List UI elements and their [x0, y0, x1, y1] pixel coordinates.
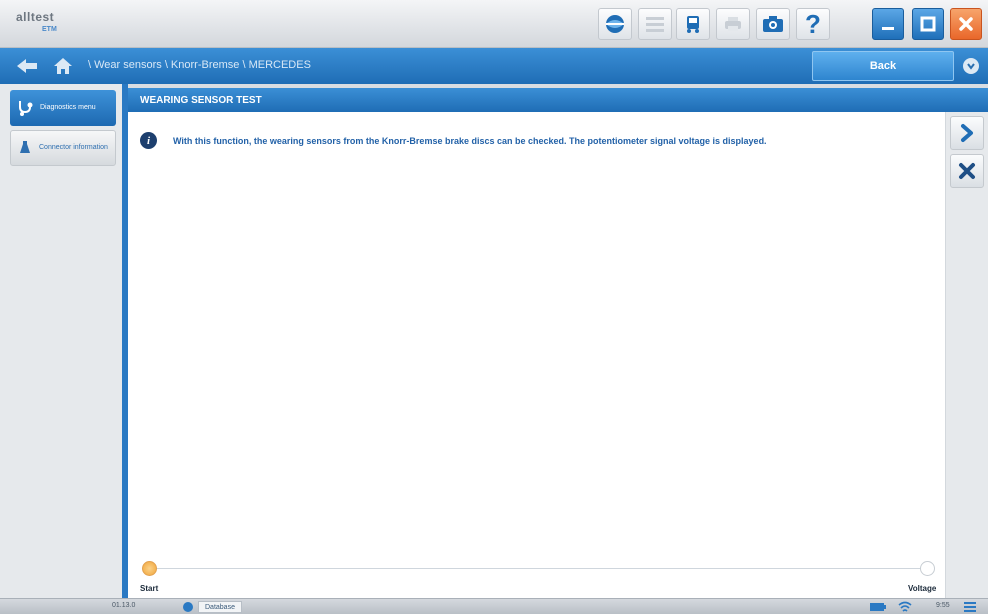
minimize-icon [882, 27, 894, 30]
top-toolbar: alltest ETM ? [0, 0, 988, 48]
maximize-button[interactable] [912, 8, 944, 40]
sidebar-item-label: Connector information [39, 144, 108, 151]
browser-icon [606, 15, 624, 33]
connector-icon [20, 141, 30, 153]
next-button[interactable] [950, 116, 984, 150]
breadcrumb: \ Wear sensors \ Knorr-Bremse \ MERCEDES [88, 59, 311, 71]
help-button[interactable]: ? [796, 8, 830, 40]
battery-icon [870, 603, 886, 611]
sidebar: Diagnostics menu Connector information [0, 84, 122, 598]
close-icon [959, 17, 973, 31]
wifi-icon [898, 601, 912, 612]
clock-text: 9:55 [936, 602, 950, 609]
home-icon [54, 58, 72, 74]
sidebar-item-diagnostics[interactable]: Diagnostics menu [10, 90, 116, 126]
camera-icon [763, 16, 783, 32]
help-icon: ? [805, 9, 821, 39]
progress-start-marker [142, 561, 157, 576]
list-button[interactable] [638, 8, 672, 40]
close-button[interactable] [950, 8, 982, 40]
printer-icon [725, 17, 741, 31]
cancel-icon [959, 163, 975, 179]
version-text: 01.13.0 [112, 602, 136, 609]
logo-subtext: ETM [42, 26, 57, 33]
browser-button[interactable] [598, 8, 632, 40]
progress-track [150, 568, 930, 569]
info-icon: i [140, 132, 157, 149]
chevron-down-icon [967, 63, 975, 70]
status-chip-label: Database [205, 603, 235, 611]
globe-icon [183, 602, 193, 612]
options-button[interactable] [963, 58, 979, 74]
maximize-icon [920, 16, 936, 32]
sidebar-item-label: Diagnostics menu [40, 104, 96, 111]
stethoscope-icon [19, 101, 33, 116]
progress-start-label: Start [140, 584, 159, 593]
screenshot-button[interactable] [756, 8, 790, 40]
progress-end-label: Voltage [908, 584, 937, 593]
logo-text: alltest [16, 10, 55, 24]
info-text: With this function, the wearing sensors … [173, 135, 767, 146]
cancel-button[interactable] [950, 154, 984, 188]
next-icon [961, 124, 973, 142]
vehicle-button[interactable] [676, 8, 710, 40]
menu-icon [964, 602, 976, 612]
app-logo: alltest ETM [16, 10, 78, 38]
nav-back-button[interactable] [16, 57, 40, 75]
list-icon [646, 17, 664, 32]
status-bar: 01.13.0 Database 9:55 [0, 598, 988, 614]
arrow-left-icon [17, 59, 37, 73]
back-button[interactable]: Back [812, 51, 954, 81]
info-message: i With this function, the wearing sensor… [140, 132, 767, 149]
home-button[interactable] [52, 56, 74, 76]
panel-title: WEARING SENSOR TEST [128, 88, 988, 112]
print-button[interactable] [716, 8, 750, 40]
sidebar-item-connector-information[interactable]: Connector information [10, 130, 116, 166]
action-column [946, 112, 988, 598]
minimize-button[interactable] [872, 8, 904, 40]
test-panel: i With this function, the wearing sensor… [128, 112, 946, 598]
progress-end-marker [920, 561, 935, 576]
truck-icon [687, 16, 699, 33]
status-chip[interactable]: Database [198, 601, 242, 613]
navigation-bar: \ Wear sensors \ Knorr-Bremse \ MERCEDES… [0, 48, 988, 84]
